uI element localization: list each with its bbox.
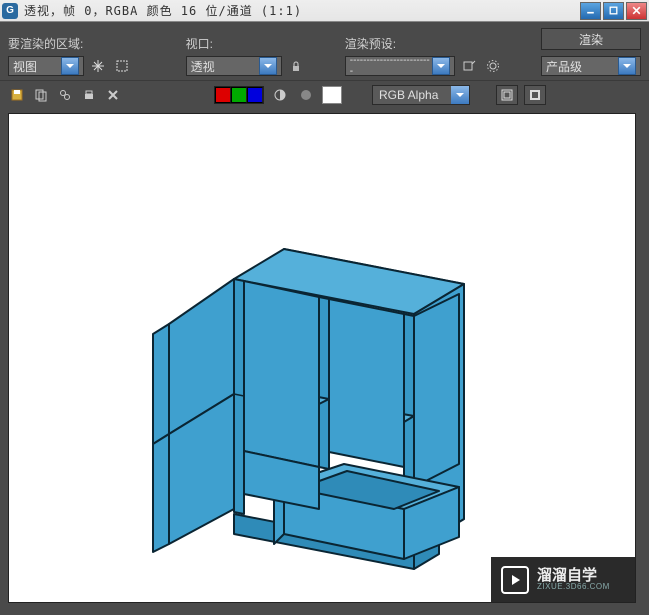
channel-dropdown[interactable]: RGB Alpha [372, 85, 470, 105]
render-label: 渲染 [579, 31, 603, 48]
region-icon[interactable] [112, 56, 132, 76]
preset-pick-icon[interactable] [459, 56, 479, 76]
toolbar-row2: RGB Alpha [0, 80, 649, 109]
close-button[interactable] [626, 2, 647, 20]
area-dropdown[interactable]: 视图 [8, 56, 84, 76]
quality-dropdown[interactable]: 产品级 [541, 56, 641, 76]
clone-icon[interactable] [56, 86, 74, 104]
minimize-button[interactable] [580, 2, 601, 20]
watermark: 溜溜自学 ZIXUE.3D66.COM [491, 557, 635, 602]
viewport-wrap: 溜溜自学 ZIXUE.3D66.COM [0, 109, 649, 611]
chevron-down-icon [451, 86, 469, 104]
save-icon[interactable] [8, 86, 26, 104]
toolbar-area: 要渲染的区域: 视图 视口: 透视 [0, 22, 649, 80]
preset-settings-icon[interactable] [483, 56, 503, 76]
preset-dropdown[interactable]: ------------------------- [345, 56, 455, 76]
play-icon [501, 566, 529, 594]
quality-value: 产品级 [546, 58, 582, 75]
delete-icon[interactable] [104, 86, 122, 104]
viewport-label: 视口: [186, 35, 325, 52]
bg-color-swatch[interactable] [322, 86, 342, 104]
render-button[interactable]: 渲染 [541, 28, 641, 50]
channel-blue[interactable] [247, 87, 263, 103]
overlay-a-button[interactable] [496, 85, 518, 105]
chevron-down-icon [618, 57, 636, 75]
chevron-down-icon [432, 57, 450, 75]
overlay-b-button[interactable] [524, 85, 546, 105]
render-output [119, 219, 509, 589]
channel-red[interactable] [215, 87, 231, 103]
maximize-button[interactable] [603, 2, 624, 20]
alpha-toggle-icon[interactable] [270, 85, 290, 105]
watermark-main: 溜溜自学 [537, 568, 610, 583]
area-label: 要渲染的区域: [8, 35, 166, 52]
mono-toggle-icon[interactable] [296, 85, 316, 105]
channel-green[interactable] [231, 87, 247, 103]
app-icon: G [2, 3, 18, 19]
render-viewport[interactable]: 溜溜自学 ZIXUE.3D66.COM [8, 113, 636, 603]
watermark-sub: ZIXUE.3D66.COM [537, 583, 610, 591]
copy-icon[interactable] [32, 86, 50, 104]
window-title: 透视，帧 0，RGBA 颜色 16 位/通道 (1:1) [24, 2, 580, 19]
chevron-down-icon [259, 57, 277, 75]
area-value: 视图 [13, 58, 37, 75]
preset-value: ------------------------- [350, 55, 432, 77]
rgb-swatches [214, 86, 264, 104]
window-buttons [580, 2, 647, 20]
lock-icon[interactable] [286, 56, 306, 76]
channel-value: RGB Alpha [379, 88, 438, 102]
pan-icon[interactable] [88, 56, 108, 76]
chevron-down-icon [61, 57, 79, 75]
file-icons [8, 86, 122, 104]
print-icon[interactable] [80, 86, 98, 104]
viewport-dropdown[interactable]: 透视 [186, 56, 282, 76]
preset-label: 渲染预设: [345, 35, 521, 52]
viewport-value: 透视 [191, 58, 215, 75]
titlebar: G 透视，帧 0，RGBA 颜色 16 位/通道 (1:1) [0, 0, 649, 22]
